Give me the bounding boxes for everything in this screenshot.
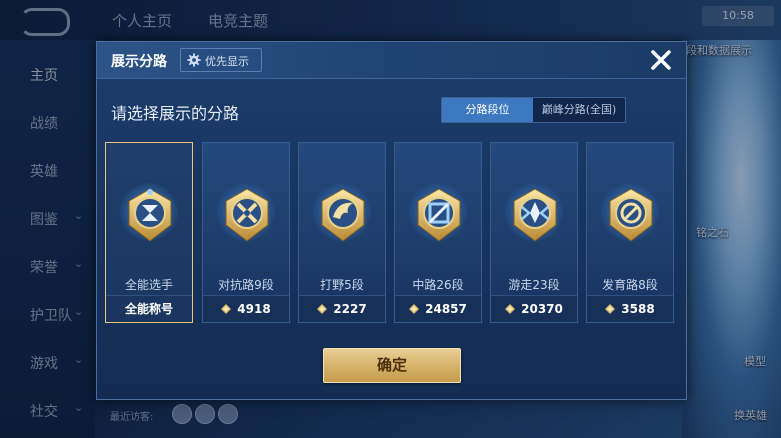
- jungle-badge-icon: [321, 188, 365, 242]
- priority-display-button[interactable]: 优先显示: [180, 48, 262, 72]
- lane-card-value-text: 20370: [521, 302, 563, 316]
- lane-card-value-text: 2227: [333, 302, 367, 316]
- lane-card-value: 4918: [203, 295, 289, 322]
- close-icon: [651, 50, 671, 70]
- lane-card-name: 游走23段: [508, 278, 560, 292]
- lane-card-name: 发育路8段: [602, 278, 658, 292]
- lane-card-value: 3588: [587, 295, 673, 322]
- dialog-title: 展示分路: [111, 54, 167, 70]
- tab-lane-rank[interactable]: 分路段位: [442, 98, 533, 122]
- mode-segmented-control: 分路段位 巅峰分路(全国): [441, 97, 626, 123]
- lane-card[interactable]: 发育路8段 3588: [586, 142, 674, 323]
- lane-card-value: 全能称号: [106, 295, 192, 322]
- tab-peak-lane[interactable]: 巅峰分路(全国): [533, 98, 625, 122]
- lane-card[interactable]: 全能选手 全能称号: [105, 142, 193, 323]
- lane-card-value: 2227: [299, 295, 385, 322]
- all-round-badge-icon: [128, 188, 172, 242]
- close-button[interactable]: [645, 44, 677, 76]
- lane-card-value-text: 24857: [425, 302, 467, 316]
- lane-card-value: 20370: [491, 295, 577, 322]
- lane-card-value-text: 4918: [237, 302, 271, 316]
- lane-card-name: 全能选手: [124, 278, 173, 292]
- rank-points-icon: [605, 304, 616, 314]
- lane-card[interactable]: 打野5段 2227: [298, 142, 386, 323]
- roam-badge-icon: [513, 188, 557, 242]
- dialog-subtitle: 请选择展示的分路: [111, 104, 240, 123]
- priority-label: 优先显示: [205, 55, 249, 68]
- rank-points-icon: [409, 304, 420, 314]
- lane-card-name: 对抗路9段: [218, 278, 274, 292]
- gear-icon: [187, 53, 201, 67]
- lane-card-name: 打野5段: [320, 278, 364, 292]
- rank-points-icon: [221, 304, 232, 314]
- lane-card[interactable]: 游走23段 20370: [490, 142, 578, 323]
- mid-lane-badge-icon: [417, 188, 461, 242]
- rank-points-icon: [317, 304, 328, 314]
- lane-card[interactable]: 中路26段 24857: [394, 142, 482, 323]
- lane-card-name: 中路26段: [412, 278, 464, 292]
- lane-card-value-text: 全能称号: [124, 302, 173, 316]
- lane-card-value-text: 3588: [621, 302, 655, 316]
- lane-card[interactable]: 对抗路9段 4918: [202, 142, 290, 323]
- confirm-button[interactable]: 确定: [323, 348, 461, 383]
- clash-lane-badge-icon: [225, 188, 269, 242]
- lane-card-value: 24857: [395, 295, 481, 322]
- lane-display-dialog: 展示分路 优先显示 请选择展示的分路 分路段位 巅峰分路(全国) 全能选手 全能…: [96, 41, 687, 400]
- rank-points-icon: [505, 304, 516, 314]
- farm-lane-badge-icon: [609, 188, 653, 242]
- dialog-header: 展示分路 优先显示: [97, 42, 686, 79]
